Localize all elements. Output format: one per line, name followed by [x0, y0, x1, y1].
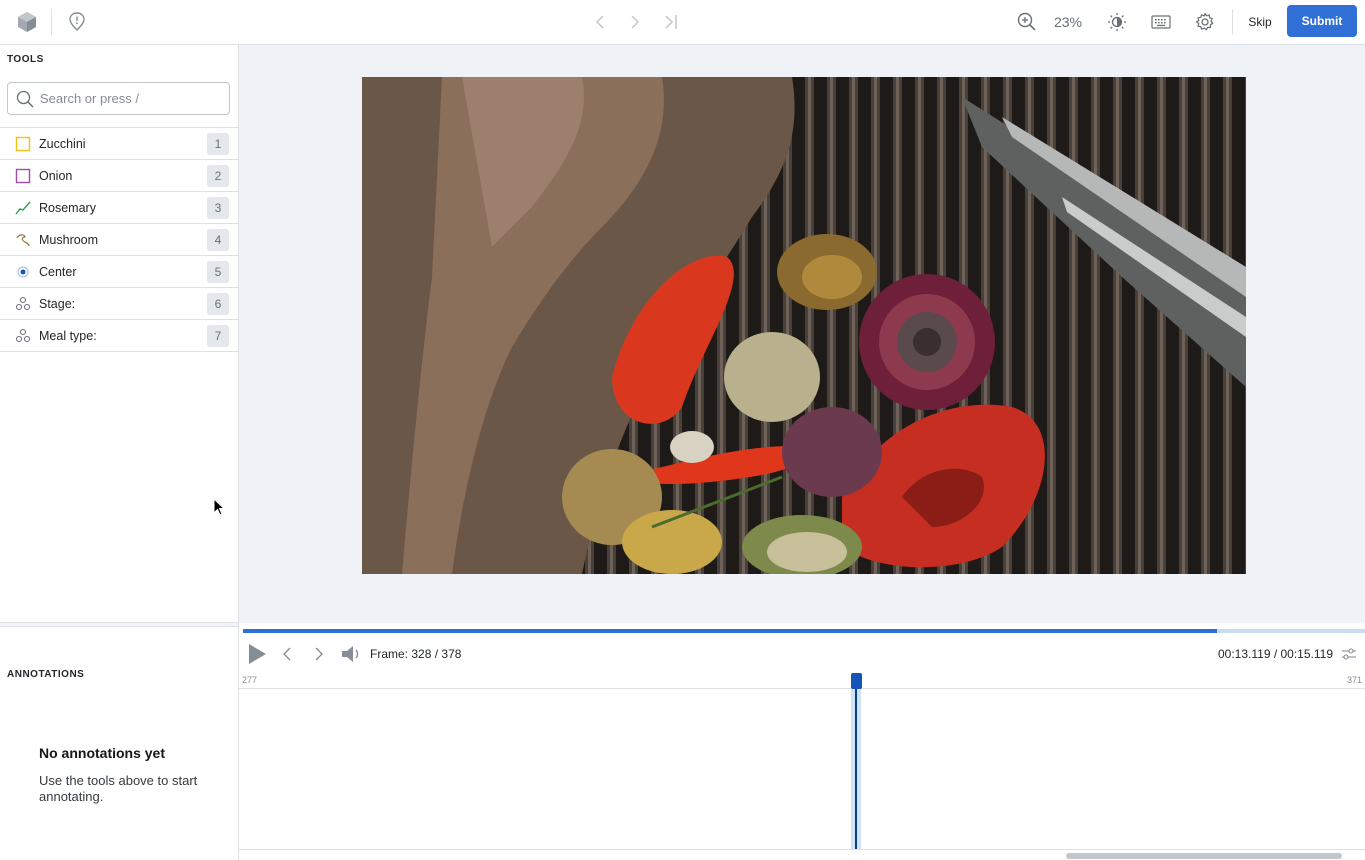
prev-task-icon[interactable] [590, 0, 610, 44]
keyboard-icon[interactable] [1149, 0, 1173, 44]
polygon-icon [15, 232, 31, 248]
empty-state-title: No annotations yet [39, 745, 166, 761]
next-frame-icon[interactable] [311, 645, 327, 663]
zoom-level[interactable]: 23% [1048, 0, 1088, 44]
tool-zucchini[interactable]: Zucchini 1 [0, 128, 238, 160]
tool-stage[interactable]: Stage: 6 [0, 288, 238, 320]
search-icon [16, 90, 34, 108]
tool-center[interactable]: Center 5 [0, 256, 238, 288]
submit-button[interactable]: Submit [1287, 5, 1357, 37]
tool-label: Mushroom [39, 232, 99, 247]
labeling-canvas[interactable] [239, 45, 1365, 623]
tool-label: Center [39, 264, 77, 279]
tool-label: Rosemary [39, 200, 96, 215]
timeline-scrollbar[interactable] [239, 849, 1365, 860]
top-toolbar: 23% Skip Submit [0, 0, 1365, 45]
zoom-in-icon[interactable] [1015, 0, 1039, 44]
frame-total: / 378 [434, 647, 462, 661]
playback-progress-bar[interactable] [243, 629, 1365, 633]
annotations-heading: ANNOTATIONS [7, 669, 85, 680]
tool-list: Zucchini 1 Onion 2 Rosemary 3 Mushroom 4… [0, 127, 238, 352]
tool-onion[interactable]: Onion 2 [0, 160, 238, 192]
timeline-settings-icon[interactable] [1339, 645, 1359, 663]
tool-label: Meal type: [39, 328, 97, 343]
playhead-handle[interactable] [851, 673, 862, 689]
tool-meal-type[interactable]: Meal type: 7 [0, 320, 238, 352]
tool-search[interactable] [7, 82, 230, 115]
hotkey-badge: 6 [207, 293, 229, 315]
frame-current[interactable]: 328 [411, 647, 431, 661]
brightness-icon[interactable] [1105, 0, 1129, 44]
point-icon [15, 264, 31, 280]
tool-rosemary[interactable]: Rosemary 3 [0, 192, 238, 224]
video-timeline: Frame: 328 / 378 00:13.119 / 00:15.119 2… [239, 623, 1365, 860]
play-icon[interactable] [246, 642, 268, 666]
range-start-label: 277 [242, 675, 258, 685]
tool-label: Onion [39, 168, 73, 183]
tool-label: Stage: [39, 296, 76, 311]
hotkey-badge: 1 [207, 133, 229, 155]
empty-state-text: Use the tools above to start annotating. [39, 773, 198, 804]
bounding-box-icon [15, 136, 31, 152]
playhead[interactable] [855, 683, 857, 849]
panel-divider[interactable] [0, 622, 238, 627]
hotkey-badge: 7 [207, 325, 229, 347]
hotkey-badge: 3 [207, 197, 229, 219]
bounding-box-icon [15, 168, 31, 184]
next-task-icon[interactable] [625, 0, 645, 44]
left-panel: TOOLS Zucchini 1 Onion 2 Rosemary 3 Mush… [0, 45, 239, 860]
tools-heading: TOOLS [7, 54, 44, 65]
search-input[interactable] [40, 91, 220, 106]
classification-icon [15, 296, 31, 312]
scrollbar-thumb[interactable] [1066, 853, 1342, 859]
mouse-cursor-icon [213, 497, 226, 521]
video-frame[interactable] [362, 77, 1246, 574]
time-display: 00:13.119 / 00:15.119 [1218, 647, 1333, 661]
classification-icon [15, 328, 31, 344]
hotkey-badge: 2 [207, 165, 229, 187]
last-task-icon[interactable] [660, 0, 682, 44]
range-end-label: 371 [1346, 675, 1362, 685]
volume-icon[interactable] [339, 644, 363, 664]
skip-button[interactable]: Skip [1245, 0, 1275, 44]
playback-progress-fill [243, 629, 1217, 633]
tool-label: Zucchini [39, 136, 86, 151]
settings-gear-icon[interactable] [1193, 0, 1217, 44]
polyline-icon [15, 200, 31, 216]
frame-counter[interactable]: Frame: 328 / 378 [370, 647, 461, 661]
prev-frame-icon[interactable] [279, 645, 295, 663]
issue-flag-icon[interactable] [64, 0, 90, 44]
frame-label: Frame: [370, 647, 409, 661]
app-logo-icon[interactable] [14, 0, 40, 44]
tool-mushroom[interactable]: Mushroom 4 [0, 224, 238, 256]
timeline-ruler [239, 688, 1365, 689]
hotkey-badge: 4 [207, 229, 229, 251]
hotkey-badge: 5 [207, 261, 229, 283]
